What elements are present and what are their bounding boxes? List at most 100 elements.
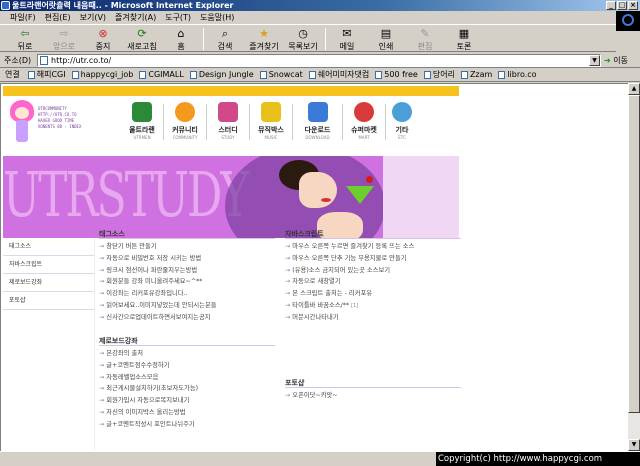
link-design-jungle[interactable]: Design Jungle: [189, 68, 254, 81]
window-controls: _ □ ×: [606, 1, 638, 10]
link-page-icon: [139, 70, 147, 79]
favorites-label: 즐겨찾기: [249, 42, 279, 51]
nav-download[interactable]: 다운로드 DOWNLOAD: [293, 98, 342, 140]
menu-tools[interactable]: 도구(T): [165, 11, 191, 24]
stop-button[interactable]: ⊗ 중지: [86, 26, 120, 52]
edit-icon: ✎: [420, 27, 430, 40]
link-dangeori[interactable]: 당어리: [423, 68, 455, 81]
banner-woman-illustration: [259, 160, 374, 238]
search-icon: ⌕: [221, 27, 229, 40]
tag-source-section: 태그소스 창닫기 버튼 만들기 자동으로 비밀번호 저장 시키는 방법 링크시 …: [99, 229, 275, 324]
list-item[interactable]: (유용)소스 금지되어 있는곳 소스보기: [285, 265, 461, 277]
list-item[interactable]: 회원분들 강좌 미니올려주세요~^**: [99, 276, 275, 288]
site-logo-character[interactable]: [7, 98, 37, 148]
site-top-strip: [3, 86, 459, 96]
list-item[interactable]: 머문시간나타내기: [285, 312, 461, 324]
nav-music[interactable]: 뮤직박스 MUSIC: [250, 98, 292, 140]
utrmen-icon: [132, 102, 152, 122]
close-button[interactable]: ×: [628, 1, 638, 10]
nav-study[interactable]: 스터디 STUDY: [207, 98, 249, 140]
left-menu-photoshop[interactable]: 포토샵: [3, 292, 95, 310]
forward-button[interactable]: ⇨ 앞으로: [47, 26, 81, 52]
menu-help[interactable]: 도움말(H): [200, 11, 234, 24]
list-item[interactable]: 자동레벨업소스모음: [99, 372, 275, 384]
link-libro[interactable]: libro.co: [498, 68, 537, 81]
scroll-up-button[interactable]: ▲: [628, 83, 640, 95]
scroll-thumb[interactable]: [628, 95, 640, 413]
link-happycgi[interactable]: 해피CGI: [27, 68, 66, 81]
list-item[interactable]: 이강좌는 리커포유강좌입니다..: [99, 288, 275, 300]
refresh-button[interactable]: ⟳ 새로고침: [125, 26, 159, 52]
list-item[interactable]: 자동으로 새창열기: [285, 276, 461, 288]
toolbar-separator: [203, 28, 204, 50]
list-item[interactable]: 글+코멘트작성시 포인트나뉘주기: [99, 419, 275, 431]
list-item[interactable]: 본 스크립트 출처는 - 리커포유: [285, 288, 461, 300]
community-icon: [175, 102, 195, 122]
nav-community[interactable]: 커뮤니티 COMMUNITY: [164, 98, 206, 140]
home-label: 홈: [177, 42, 185, 51]
link-zzam[interactable]: Zzam: [460, 68, 492, 81]
list-item[interactable]: 마우스 오른쪽 단추 기능 무용지물로 만들기: [285, 253, 461, 265]
links-label: 연결: [5, 70, 20, 79]
list-item[interactable]: 본강좌의 출처: [99, 348, 275, 360]
list-item[interactable]: 오픈이닷~캬앗~: [285, 390, 461, 402]
maximize-button[interactable]: □: [617, 1, 627, 10]
nav-utrmen[interactable]: 울트라랜 UTRMEN: [121, 98, 163, 140]
nav-mart[interactable]: 슈퍼마켓 MART: [343, 98, 385, 140]
list-item[interactable]: 회원가입시 자동으로목지보내기: [99, 395, 275, 407]
link-page-icon: [498, 70, 506, 79]
link-500free[interactable]: 500 free: [375, 68, 418, 81]
link-cgimall[interactable]: CGIMALL: [139, 68, 184, 81]
address-input[interactable]: http://utr.co.to/ ▼: [37, 54, 601, 67]
back-button[interactable]: ⇦ 뒤로: [8, 26, 42, 52]
back-label: 뒤로: [17, 42, 33, 51]
history-label: 목록보기: [288, 42, 318, 51]
list-item[interactable]: 자동으로 비밀번호 저장 시키는 방법: [99, 253, 275, 265]
link-happycgi-job[interactable]: happycgi_job: [71, 68, 133, 81]
menu-favorites[interactable]: 즐겨찾기(A): [115, 11, 156, 24]
list-item[interactable]: 글+코멘트점수수정하기: [99, 360, 275, 372]
mail-button[interactable]: ✉ 메일: [330, 26, 364, 52]
scroll-down-button[interactable]: ▼: [628, 439, 640, 451]
link-shareme[interactable]: 쉐어미미자댓컴: [308, 68, 369, 81]
menu-view[interactable]: 보기(V): [80, 11, 106, 24]
link-page-icon: [259, 70, 267, 79]
list-item[interactable]: 최근게시물설치하기(초보자도가능): [99, 383, 275, 395]
banner-title: UTRSTUDY: [3, 160, 249, 232]
history-button[interactable]: ◷ 목록보기: [286, 26, 320, 52]
menu-file[interactable]: 파일(F): [10, 11, 36, 24]
print-button[interactable]: ▤ 인쇄: [369, 26, 403, 52]
site-navigation: UTRCOMMUNITY HTTP://UTR.CO.TO HAVER GOOD…: [3, 96, 459, 156]
nav-etc[interactable]: 기타 ETC: [386, 98, 418, 140]
minimize-button[interactable]: _: [606, 1, 616, 10]
browser-window: 울트라랜어랏츌력 내음때.. - Microsoft Internet Expl…: [0, 0, 640, 466]
discuss-button[interactable]: ▦ 토론: [447, 26, 481, 52]
menu-edit[interactable]: 편집(E): [45, 11, 71, 24]
vertical-scrollbar[interactable]: ▲ ▼: [628, 83, 640, 451]
list-item[interactable]: 읽어보세요..이미지넣었는데 안되시는분들: [99, 300, 275, 312]
title-bar[interactable]: 울트라랜어랏츌력 내음때.. - Microsoft Internet Expl…: [0, 0, 640, 11]
site-logo-text: UTRCOMMUNITY HTTP://UTR.CO.TO HAVER GOOD…: [38, 106, 82, 129]
address-dropdown-button[interactable]: ▼: [589, 55, 600, 66]
list-item[interactable]: 타이틀바 바꿈소스/** [1]: [285, 300, 461, 312]
list-item[interactable]: 링크시 점선이나 파란줄지우는방법: [99, 265, 275, 277]
left-menu-tag[interactable]: 태그소스: [3, 238, 95, 256]
list-item[interactable]: 자신의 이미지박스 올리는방법: [99, 407, 275, 419]
address-value: http://utr.co.to/: [51, 56, 112, 65]
go-button[interactable]: ➜ 이동: [604, 54, 628, 67]
link-page-icon: [460, 70, 468, 79]
list-item[interactable]: 마우스 오른쪽 누르면 즐겨찾기 등록 뜨는 소스: [285, 241, 461, 253]
link-page-icon: [375, 70, 383, 79]
edit-button[interactable]: ✎ 편집: [408, 26, 442, 52]
copyright-text: Copyright(c) http://www.happycgi.com: [436, 452, 640, 466]
link-snowcat[interactable]: Snowcat: [259, 68, 303, 81]
favorites-button[interactable]: ★ 즐겨찾기: [247, 26, 281, 52]
home-button[interactable]: ⌂ 홈: [164, 26, 198, 52]
print-icon: ▤: [380, 27, 392, 40]
list-item[interactable]: 창닫기 버튼 만들기: [99, 241, 275, 253]
left-menu-zeroboard[interactable]: 제로보드강좌: [3, 274, 95, 292]
etc-magnifier-icon: [392, 102, 412, 122]
left-menu-javascript[interactable]: 자바스크립트: [3, 256, 95, 274]
search-button[interactable]: ⌕ 검색: [208, 26, 242, 52]
list-item[interactable]: 신사간으로업데이트하면서보여지는공지: [99, 312, 275, 324]
